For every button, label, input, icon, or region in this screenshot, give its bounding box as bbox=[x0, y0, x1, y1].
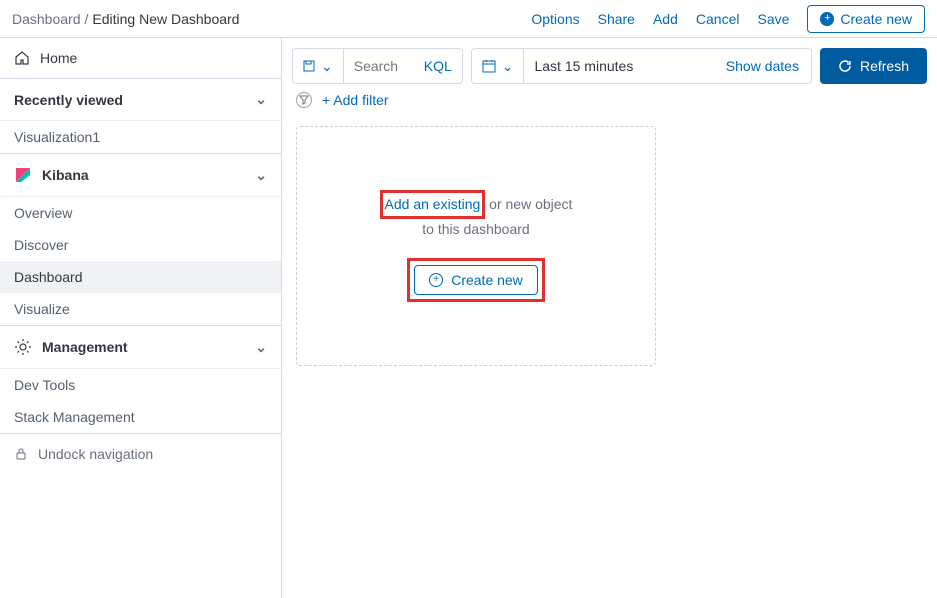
breadcrumb-current: Editing New Dashboard bbox=[92, 11, 239, 27]
date-quick-menu[interactable]: ⌄ bbox=[472, 49, 525, 83]
filter-options-icon[interactable] bbox=[296, 92, 312, 108]
filter-bar: + Add filter bbox=[292, 84, 927, 116]
management-label: Management bbox=[42, 339, 128, 355]
sidebar-item-discover[interactable]: Discover bbox=[0, 229, 281, 261]
search-box: ⌄ KQL bbox=[292, 48, 463, 84]
empty-dashboard-dropzone: Add an existing or new object to this da… bbox=[296, 126, 656, 366]
breadcrumb: Dashboard / Editing New Dashboard bbox=[12, 11, 239, 27]
sidebar-item-devtools[interactable]: Dev Tools bbox=[0, 369, 281, 401]
create-new-highlight: + Create new bbox=[407, 258, 545, 302]
chevron-down-icon: ⌄ bbox=[255, 167, 267, 184]
saved-query-menu[interactable]: ⌄ bbox=[293, 49, 344, 83]
breadcrumb-parent[interactable]: Dashboard bbox=[12, 11, 81, 27]
disk-icon bbox=[303, 60, 315, 72]
sidebar-item-visualize[interactable]: Visualize bbox=[0, 293, 281, 325]
date-picker: ⌄ Last 15 minutes Show dates bbox=[471, 48, 812, 84]
save-link[interactable]: Save bbox=[757, 11, 789, 27]
management-header[interactable]: Management ⌄ bbox=[0, 326, 281, 369]
dz-text-2: to this dashboard bbox=[422, 221, 529, 237]
recently-viewed-label: Recently viewed bbox=[14, 92, 123, 108]
create-new-button[interactable]: + Create new bbox=[807, 5, 925, 33]
add-existing-highlight: Add an existing bbox=[380, 190, 486, 219]
main-content: ⌄ KQL ⌄ Last 15 minutes Show dates Refre… bbox=[282, 38, 937, 598]
query-bar: ⌄ KQL ⌄ Last 15 minutes Show dates Refre… bbox=[292, 48, 927, 84]
refresh-button[interactable]: Refresh bbox=[820, 48, 927, 84]
undock-label: Undock navigation bbox=[38, 446, 153, 462]
dz-text-1: or new object bbox=[485, 196, 572, 212]
options-link[interactable]: Options bbox=[531, 11, 579, 27]
share-link[interactable]: Share bbox=[598, 11, 635, 27]
kibana-label: Kibana bbox=[42, 167, 89, 183]
dropzone-create-new-button[interactable]: + Create new bbox=[414, 265, 538, 295]
top-actions: Options Share Add Cancel Save + Create n… bbox=[531, 5, 925, 33]
recent-item[interactable]: Visualization1 bbox=[0, 121, 281, 153]
add-existing-link[interactable]: Add an existing bbox=[385, 196, 481, 212]
sidebar: Home Recently viewed ⌄ Visualization1 Ki… bbox=[0, 38, 282, 598]
create-new-label: Create new bbox=[840, 11, 912, 27]
sidebar-item-overview[interactable]: Overview bbox=[0, 197, 281, 229]
recently-viewed-header[interactable]: Recently viewed ⌄ bbox=[0, 79, 281, 121]
plus-outline-icon: + bbox=[429, 273, 443, 287]
cancel-link[interactable]: Cancel bbox=[696, 11, 740, 27]
plus-circle-icon: + bbox=[820, 12, 834, 26]
kibana-logo-icon bbox=[14, 166, 32, 184]
lock-icon bbox=[14, 447, 28, 461]
home-icon bbox=[14, 50, 30, 66]
chevron-down-icon: ⌄ bbox=[502, 58, 514, 75]
calendar-icon bbox=[482, 59, 496, 73]
search-input[interactable] bbox=[344, 58, 414, 74]
dz-create-label: Create new bbox=[451, 272, 523, 288]
sidebar-item-stackmgmt[interactable]: Stack Management bbox=[0, 401, 281, 433]
undock-nav[interactable]: Undock navigation bbox=[0, 434, 281, 474]
kibana-header[interactable]: Kibana ⌄ bbox=[0, 154, 281, 197]
chevron-down-icon: ⌄ bbox=[321, 58, 333, 75]
add-link[interactable]: Add bbox=[653, 11, 678, 27]
home-link[interactable]: Home bbox=[0, 38, 281, 79]
breadcrumb-sep: / bbox=[85, 11, 89, 27]
gear-icon bbox=[14, 338, 32, 356]
dropzone-text: Add an existing or new object to this da… bbox=[380, 190, 573, 240]
refresh-icon bbox=[838, 59, 852, 73]
sidebar-item-dashboard[interactable]: Dashboard bbox=[0, 261, 281, 293]
refresh-label: Refresh bbox=[860, 58, 909, 74]
show-dates-link[interactable]: Show dates bbox=[714, 58, 811, 74]
kql-toggle[interactable]: KQL bbox=[414, 58, 462, 74]
chevron-down-icon: ⌄ bbox=[255, 339, 267, 356]
topbar: Dashboard / Editing New Dashboard Option… bbox=[0, 0, 937, 38]
time-range[interactable]: Last 15 minutes bbox=[524, 58, 713, 74]
chevron-down-icon: ⌄ bbox=[255, 91, 267, 108]
add-filter-link[interactable]: + Add filter bbox=[322, 92, 389, 108]
home-label: Home bbox=[40, 50, 77, 66]
